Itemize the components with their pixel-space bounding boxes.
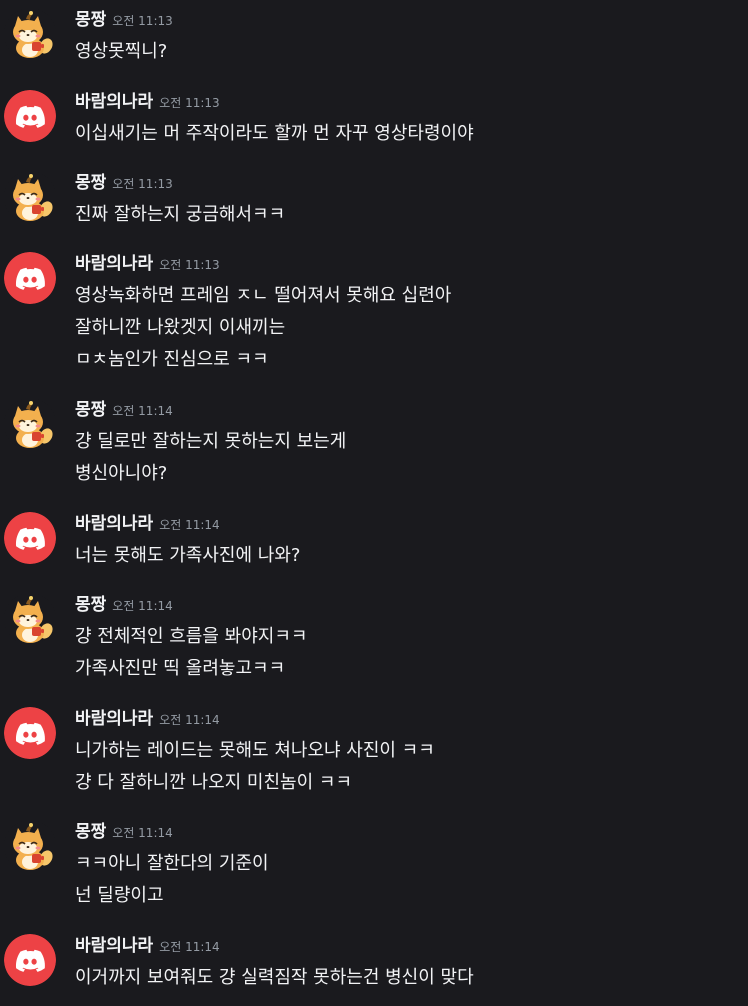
message-text: 영상못찍니? xyxy=(75,41,168,62)
message-header: 몽짱 오전 11:14 xyxy=(75,398,173,422)
message-text: 걍 다 잘하니깐 나오지 미친놈이 ㅋㅋ xyxy=(75,772,353,793)
message-text: 넌 딜량이고 xyxy=(75,885,164,906)
message-text: 걍 전체적인 흐름을 봐야지ㅋㅋ xyxy=(75,626,308,647)
message-text: 이십새기는 머 주작이라도 할까 먼 자꾸 영상타령이야 xyxy=(75,123,474,144)
discord-avatar-icon[interactable] xyxy=(4,512,56,564)
discord-avatar-icon[interactable] xyxy=(4,934,56,986)
shiba-avatar-icon[interactable] xyxy=(4,8,56,60)
message-group: 바람의나라 오전 11:14 너는 못해도 가족사진에 나와? xyxy=(0,512,748,574)
timestamp: 오전 11:13 xyxy=(159,258,220,272)
message-group: 몽짱 오전 11:14 ㅋㅋ아니 잘한다의 기준이넌 딜량이고 xyxy=(0,820,748,914)
message-header: 바람의나라 오전 11:14 xyxy=(75,934,220,958)
message-text: 니가하는 레이드는 못해도 쳐나오냐 사진이 ㅋㅋ xyxy=(75,740,435,761)
username[interactable]: 몽짱 xyxy=(75,400,106,420)
message-text: 영상녹화하면 프레임 ㅈㄴ 떨어져서 못해요 십련아 xyxy=(75,285,452,306)
timestamp: 오전 11:13 xyxy=(112,177,173,191)
discord-avatar-icon[interactable] xyxy=(4,252,56,304)
username[interactable]: 몽짱 xyxy=(75,10,106,30)
message-header: 바람의나라 오전 11:13 xyxy=(75,90,220,114)
message-group: 바람의나라 오전 11:14 이거까지 보여줘도 걍 실력짐작 못하는건 병신이 맞… xyxy=(0,934,748,996)
message-group: 바람의나라 오전 11:14 니가하는 레이드는 못해도 쳐나오냐 사진이 ㅋㅋ 걍 … xyxy=(0,707,748,801)
message-group: 몽짱 오전 11:13 영상못찍니? xyxy=(0,8,748,70)
username[interactable]: 바람의나라 xyxy=(75,709,153,729)
message-text: 걍 딜로만 잘하는지 못하는지 보는게 xyxy=(75,431,347,452)
timestamp: 오전 11:14 xyxy=(159,940,220,954)
message-header: 바람의나라 오전 11:13 xyxy=(75,252,220,276)
message-text: 병신아니야? xyxy=(75,463,168,484)
message-text: 잘하니깐 나왔겟지 이새끼는 xyxy=(75,317,286,338)
message-header: 몽짱 오전 11:14 xyxy=(75,593,173,617)
discord-avatar-icon[interactable] xyxy=(4,90,56,142)
message-group: 몽짱 오전 11:13 진짜 잘하는지 궁금해서ㅋㅋ xyxy=(0,171,748,233)
message-text: 이거까지 보여줘도 걍 실력짐작 못하는건 병신이 맞다 xyxy=(75,967,474,988)
message-group: 몽짱 오전 11:14 걍 전체적인 흐름을 봐야지ㅋㅋ 가족사진만 띡 올려놓고ㅋㅋ xyxy=(0,593,748,687)
message-text: 너는 못해도 가족사진에 나와? xyxy=(75,545,301,566)
message-header: 몽짱 오전 11:13 xyxy=(75,8,173,32)
message-text: 진짜 잘하는지 궁금해서ㅋㅋ xyxy=(75,204,286,225)
username[interactable]: 바람의나라 xyxy=(75,92,153,112)
timestamp: 오전 11:13 xyxy=(159,96,220,110)
message-header: 몽짱 오전 11:13 xyxy=(75,171,173,195)
username[interactable]: 바람의나라 xyxy=(75,254,153,274)
timestamp: 오전 11:14 xyxy=(112,826,173,840)
shiba-avatar-icon[interactable] xyxy=(4,593,56,645)
message-group: 바람의나라 오전 11:13 영상녹화하면 프레임 ㅈㄴ 떨어져서 못해요 십련아잘… xyxy=(0,252,748,378)
username[interactable]: 바람의나라 xyxy=(75,514,153,534)
username[interactable]: 몽짱 xyxy=(75,173,106,193)
message-group: 몽짱 오전 11:14 걍 딜로만 잘하는지 못하는지 보는게병신아니야? xyxy=(0,398,748,492)
message-text: ㅁㅊ놈인가 진심으로 ㅋㅋ xyxy=(75,349,269,370)
message-header: 바람의나라 오전 11:14 xyxy=(75,512,220,536)
timestamp: 오전 11:14 xyxy=(112,599,173,613)
message-text: ㅋㅋ아니 잘한다의 기준이 xyxy=(75,853,269,874)
timestamp: 오전 11:14 xyxy=(112,404,173,418)
timestamp: 오전 11:13 xyxy=(112,14,173,28)
timestamp: 오전 11:14 xyxy=(159,713,220,727)
timestamp: 오전 11:14 xyxy=(159,518,220,532)
message-header: 몽짱 오전 11:14 xyxy=(75,820,173,844)
username[interactable]: 바람의나라 xyxy=(75,936,153,956)
shiba-avatar-icon[interactable] xyxy=(4,820,56,872)
username[interactable]: 몽짱 xyxy=(75,595,106,615)
message-text: 가족사진만 띡 올려놓고ㅋㅋ xyxy=(75,658,286,679)
message-header: 바람의나라 오전 11:14 xyxy=(75,707,220,731)
shiba-avatar-icon[interactable] xyxy=(4,398,56,450)
discord-avatar-icon[interactable] xyxy=(4,707,56,759)
message-group: 바람의나라 오전 11:13 이십새기는 머 주작이라도 할까 먼 자꾸 영상타령이… xyxy=(0,90,748,152)
shiba-avatar-icon[interactable] xyxy=(4,171,56,223)
username[interactable]: 몽짱 xyxy=(75,822,106,842)
